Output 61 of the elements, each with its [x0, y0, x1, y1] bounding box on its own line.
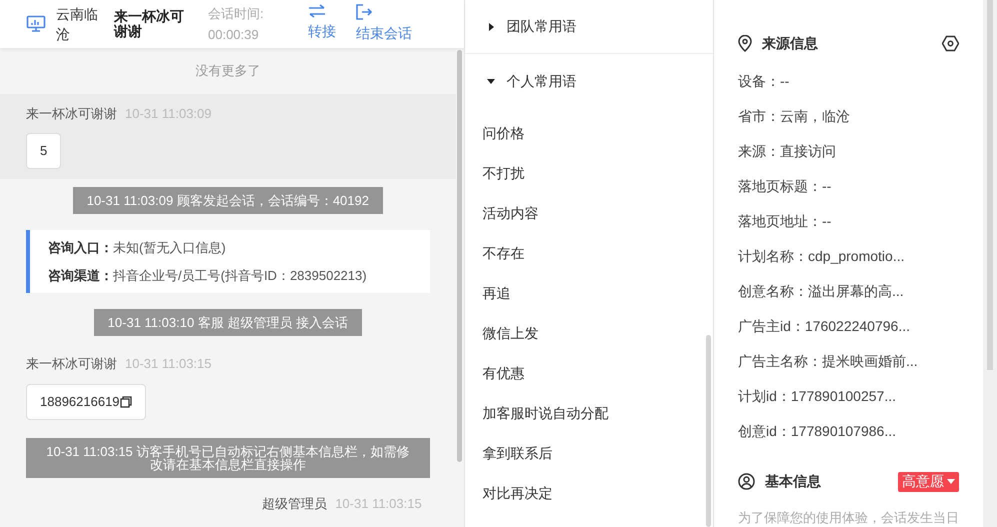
info-field: 落地页标题：--	[738, 169, 959, 204]
info-field: 来源：直接访问	[738, 134, 959, 169]
visitor-name: 来一杯冰可谢谢	[114, 9, 185, 39]
header-action-button[interactable]: 转接	[308, 4, 336, 44]
location-pin-icon	[738, 35, 752, 52]
visitor-location: 云南临沧	[56, 5, 99, 44]
phrase-group-header[interactable]: 团队常用语	[464, 0, 713, 54]
user-circle-icon	[738, 473, 755, 490]
logout-icon	[356, 4, 372, 20]
no-more-text: 没有更多了	[195, 62, 260, 80]
system-notice: 10-31 11:03:15 访客手机号已自动标记右侧基本信息栏，如需修改请在基本信息栏直接操作	[26, 438, 430, 478]
message-bubble: 5	[26, 133, 62, 169]
sender-name: 超级管理员	[262, 494, 328, 512]
phrase-group-header[interactable]: 个人常用语	[464, 54, 713, 108]
info-label: 咨询入口：	[48, 240, 113, 255]
system-notice: 10-31 11:03:10 客服 超级管理员 接入会话	[94, 309, 362, 336]
timer-label: 会话时间:	[208, 5, 265, 23]
caret-down-icon	[486, 77, 495, 85]
message-bubble: 18896216619	[26, 384, 146, 420]
sender-name: 来一杯冰可谢谢	[26, 355, 117, 373]
info-field: 设备：--	[738, 64, 959, 99]
info-label: 咨询渠道：	[48, 268, 113, 282]
monitor-icon	[26, 15, 46, 33]
phrase-item[interactable]: 对比再决定	[464, 473, 713, 513]
phrase-item[interactable]: 问价格	[464, 113, 713, 153]
scrollbar[interactable]	[706, 335, 711, 527]
info-field: 广告主名称：提米映画婚前...	[738, 344, 959, 379]
info-value: 未知(暂无入口信息)	[113, 240, 226, 255]
header-action-button[interactable]: 结束会话	[356, 4, 412, 44]
info-field: 创意id：177890107986...	[738, 414, 959, 449]
sender-name: 来一杯冰可谢谢	[26, 104, 117, 122]
phrase-item[interactable]: 微信上发	[464, 313, 713, 353]
info-field: 计划id：177890100257...	[738, 379, 959, 414]
swap-icon	[308, 4, 326, 18]
phrase-item[interactable]: 不打扰	[464, 153, 713, 193]
info-value: 抖音企业号/员工号(抖音号ID：2839502213)	[113, 268, 367, 282]
timer-value: 00:00:39	[208, 26, 260, 44]
system-notice: 10-31 11:03:09 顾客发起会话，会话编号：40192	[72, 187, 383, 214]
caret-right-icon	[486, 22, 495, 30]
phrase-item[interactable]: 活动内容	[464, 193, 713, 233]
intent-tag-dropdown[interactable]: 高意愿	[898, 472, 959, 492]
info-field: 广告主id：176022240796...	[738, 309, 959, 344]
scrollbar[interactable]	[987, 0, 993, 370]
info-field: 省市：云南，临沧	[738, 99, 959, 134]
phrase-item[interactable]: 拿到联系后	[464, 433, 713, 473]
phrase-item[interactable]: 再追	[464, 273, 713, 313]
section-title: 基本信息	[765, 472, 821, 491]
info-field: 创意名称：溢出屏幕的高...	[738, 274, 959, 309]
phrase-item[interactable]: 有优惠	[464, 353, 713, 393]
message-time: 10-31 11:03:15	[125, 355, 212, 373]
notice-text: 为了保障您的使用体验，会话发生当日	[738, 509, 959, 527]
message-time: 10-31 11:03:15	[335, 494, 422, 512]
scrollbar[interactable]	[457, 50, 462, 462]
copy-icon[interactable]	[120, 396, 132, 408]
info-field: 计划名称：cdp_promotio...	[738, 239, 959, 274]
caret-down-icon	[947, 479, 955, 484]
settings-icon[interactable]	[942, 35, 959, 52]
info-field: 落地页地址：--	[738, 204, 959, 239]
phrase-item[interactable]: 加客服时说自动分配	[464, 393, 713, 433]
phrase-item[interactable]: 不存在	[464, 233, 713, 273]
section-title: 来源信息	[762, 34, 818, 53]
